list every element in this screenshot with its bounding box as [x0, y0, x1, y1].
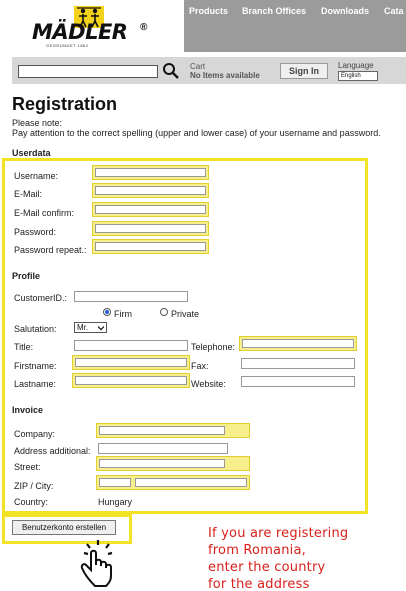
logo-wordmark: MÄDLER: [32, 20, 128, 44]
sign-in-button[interactable]: Sign In: [280, 63, 328, 79]
invoice-heading: Invoice: [12, 405, 44, 415]
password-repeat-field[interactable]: [92, 239, 209, 254]
logo-area: MÄDLER ® GEGRÜNDET 1882: [0, 0, 184, 52]
zip-field[interactable]: [99, 478, 131, 487]
firstname-field[interactable]: [72, 355, 190, 370]
title-label: Title:: [14, 342, 34, 352]
street-field[interactable]: [96, 456, 250, 471]
username-label: Username:: [14, 171, 59, 181]
nav-item-branch-offices[interactable]: Branch Offices: [242, 6, 306, 16]
street-label: Street:: [14, 462, 41, 472]
customer-id-field[interactable]: [74, 291, 188, 302]
password-repeat-label: Password repeat.:: [14, 245, 87, 255]
company-label: Company:: [14, 429, 56, 439]
address-additional-field[interactable]: [98, 443, 228, 454]
fax-field[interactable]: [241, 358, 355, 369]
salutation-select[interactable]: Mr.: [74, 322, 107, 333]
annotation-note: If you are registering from Romania, ent…: [208, 525, 348, 591]
main-nav: Products Branch Offices Downloads Cata: [184, 0, 406, 52]
lastname-label: Lastname:: [14, 379, 57, 389]
annotation-line-1: If you are registering: [208, 526, 349, 541]
city-field[interactable]: [135, 478, 247, 487]
cart-label: Cart: [190, 62, 206, 71]
telephone-field[interactable]: [239, 336, 357, 351]
logo-subtitle: GEGRÜNDET 1882: [46, 43, 89, 48]
search-input[interactable]: [18, 65, 158, 78]
logo-registered-mark: ®: [140, 22, 148, 33]
language-select[interactable]: English: [338, 71, 378, 81]
telephone-label: Telephone:: [191, 342, 236, 352]
company-field[interactable]: [96, 423, 250, 438]
private-radio[interactable]: [160, 308, 168, 316]
nav-item-downloads[interactable]: Downloads: [321, 6, 369, 16]
maedler-logo[interactable]: MÄDLER ® GEGRÜNDET 1882: [32, 6, 148, 48]
website-field[interactable]: [241, 376, 355, 387]
site-header: MÄDLER ® GEGRÜNDET 1882 Products Branch …: [0, 0, 406, 52]
cart-status: No Items available: [190, 71, 260, 80]
fax-label: Fax:: [191, 361, 209, 371]
annotation-line-2: from Romania,: [208, 543, 306, 558]
chevron-down-icon: [98, 326, 104, 331]
firstname-label: Firstname:: [14, 361, 57, 371]
title-field[interactable]: [74, 340, 188, 351]
cart-info[interactable]: Cart No Items available: [190, 62, 260, 80]
search-bar: Cart No Items available Sign In Language…: [12, 57, 406, 84]
address-additional-label: Address additional:: [14, 446, 91, 456]
userdata-heading: Userdata: [12, 148, 51, 158]
private-label: Private: [171, 309, 200, 319]
create-account-button[interactable]: Benutzerkonto erstellen: [12, 520, 116, 535]
password-field[interactable]: [92, 221, 209, 236]
nav-item-products[interactable]: Products: [189, 6, 228, 16]
language-switcher: Language English: [338, 61, 378, 81]
customer-id-label: CustomerID.:: [14, 293, 68, 303]
language-label: Language: [338, 61, 374, 70]
search-icon[interactable]: [162, 62, 180, 80]
country-value: Hungary: [98, 497, 133, 507]
page-title: Registration: [12, 94, 118, 114]
zip-city-label: ZIP / City:: [14, 481, 54, 491]
nav-item-catalog[interactable]: Cata: [384, 6, 404, 16]
firm-label: Firm: [114, 309, 132, 319]
email-field[interactable]: [92, 183, 209, 198]
note-text: Pay attention to the correct spelling (u…: [12, 128, 381, 138]
email-confirm-field[interactable]: [92, 202, 209, 217]
firm-radio[interactable]: [103, 308, 111, 316]
email-label: E-Mail:: [14, 189, 43, 199]
email-confirm-label: E-Mail confirm:: [14, 208, 75, 218]
zip-city-field-group: [96, 475, 250, 490]
website-label: Website:: [191, 379, 226, 389]
salutation-label: Salutation:: [14, 324, 57, 334]
country-label: Country:: [14, 497, 49, 507]
note-label: Please note:: [12, 118, 63, 128]
annotation-line-4: for the address: [208, 577, 310, 591]
salutation-value: Mr.: [77, 323, 89, 332]
pointing-hand-icon: [80, 540, 113, 587]
lastname-field[interactable]: [72, 373, 190, 388]
password-label: Password:: [14, 227, 57, 237]
annotation-line-3: enter the country: [208, 560, 326, 575]
username-field[interactable]: [92, 165, 209, 180]
profile-heading: Profile: [12, 271, 41, 281]
